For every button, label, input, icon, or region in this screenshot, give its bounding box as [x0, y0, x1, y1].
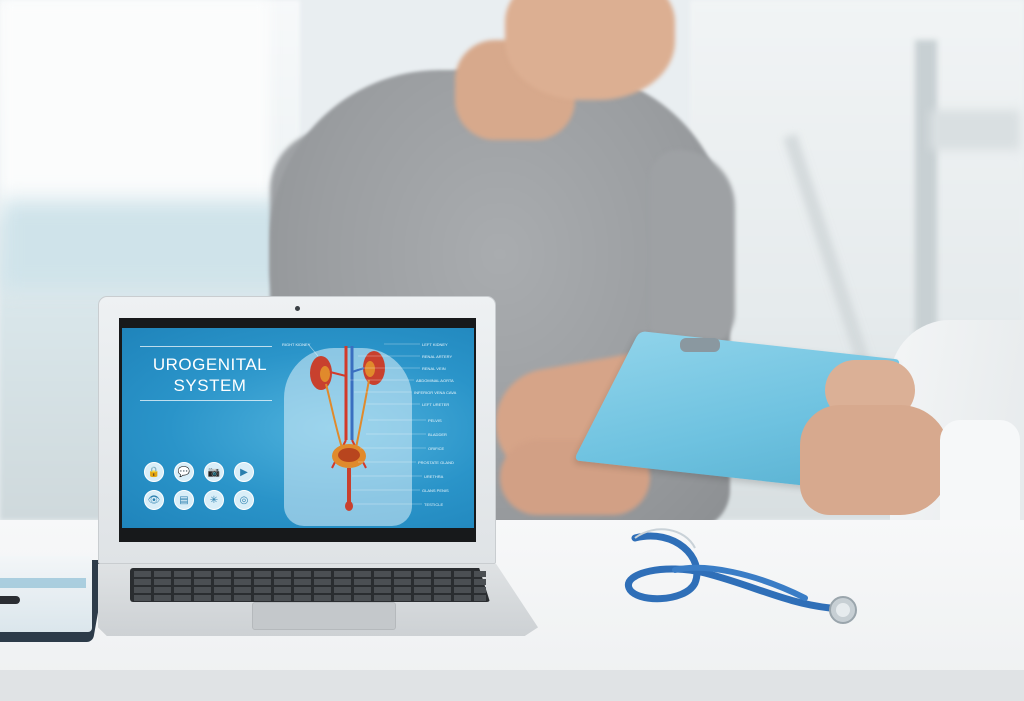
- notebook-paper: [0, 556, 92, 632]
- doctor-hand: [800, 405, 950, 515]
- clipboard-clip: [680, 338, 720, 352]
- background-bracket: [930, 110, 1020, 150]
- key-row: [134, 587, 486, 593]
- stethoscope: [625, 528, 857, 624]
- photo-scene: UROGENITAL SYSTEM 🔒 💬 📷 ▶ 👁 ▤ ✳ ◎ RIGHT …: [0, 0, 1024, 701]
- key-row: [134, 595, 486, 601]
- notebook-stripe: [0, 578, 86, 588]
- background-window: [0, 0, 270, 220]
- stethoscope-diaphragm: [836, 603, 850, 617]
- laptop-trackpad: [252, 602, 396, 630]
- label-leader-lines: [307, 343, 426, 505]
- key-row: [134, 571, 486, 577]
- patient-right-arm: [650, 150, 735, 350]
- webcam-icon: [295, 306, 300, 311]
- laptop-screen: UROGENITAL SYSTEM 🔒 💬 📷 ▶ 👁 ▤ ✳ ◎ RIGHT …: [122, 328, 474, 528]
- key-row: [134, 579, 486, 585]
- background-pole: [915, 40, 937, 370]
- patient-head: [505, 0, 675, 100]
- pen: [0, 596, 20, 604]
- desk-edge: [0, 670, 1024, 701]
